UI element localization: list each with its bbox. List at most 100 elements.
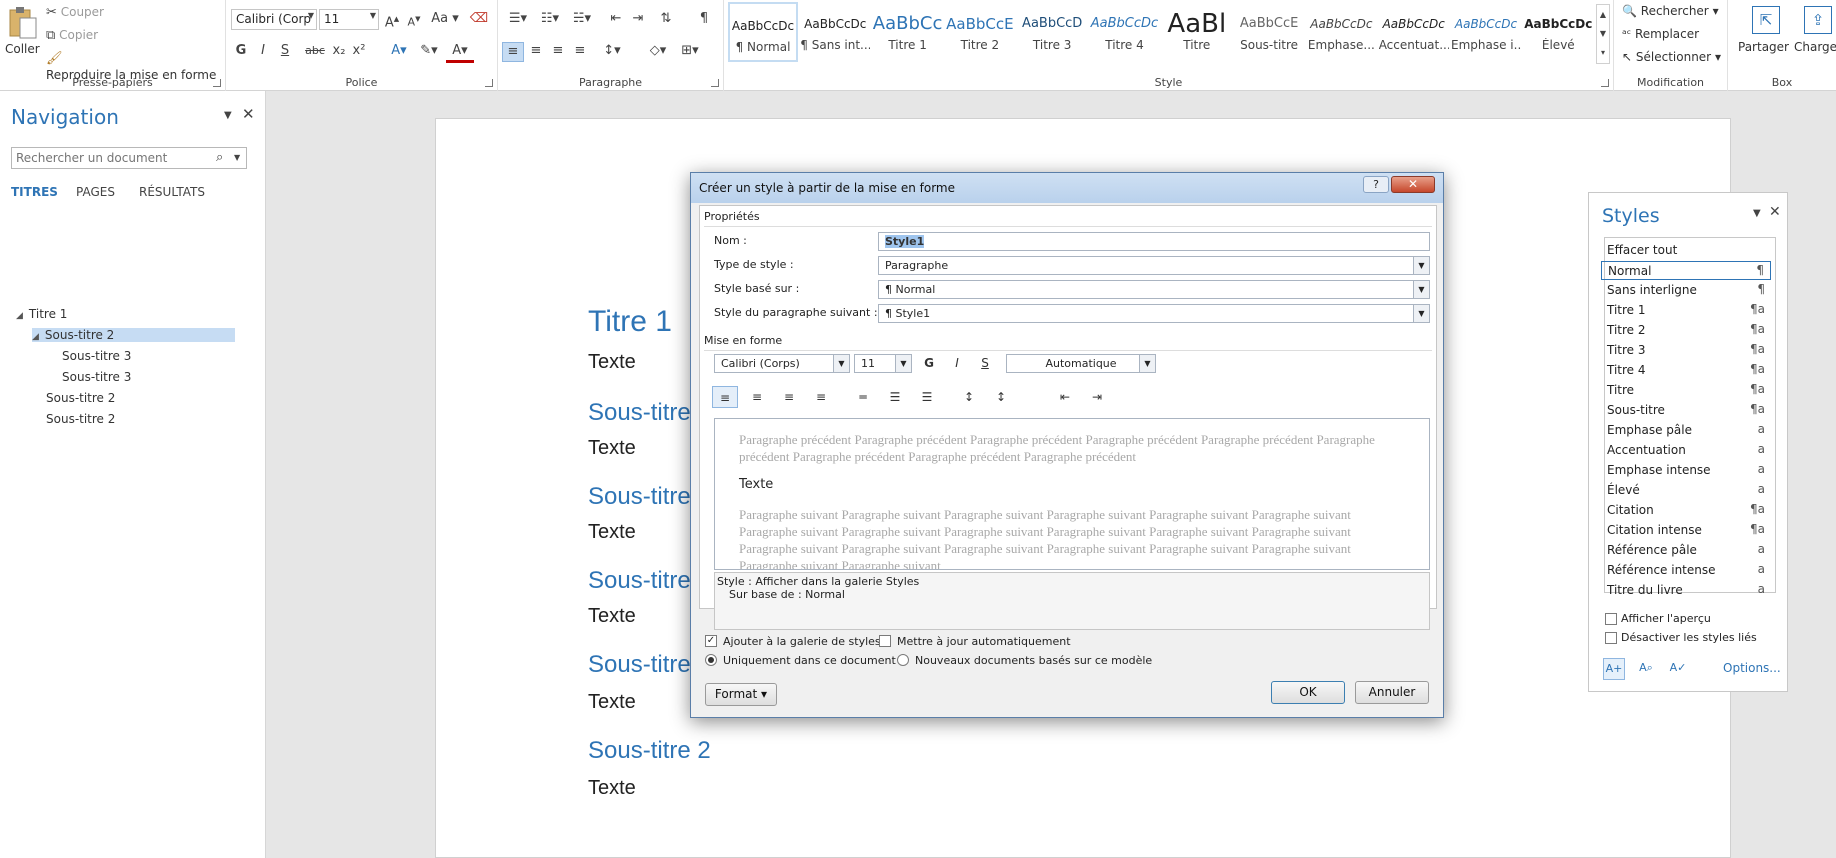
- style-list-item[interactable]: Citation ¶a: [1601, 501, 1771, 520]
- chevron-down-icon[interactable]: ▼: [224, 107, 232, 125]
- based-on-select[interactable]: ¶ Normal ▼: [878, 280, 1430, 299]
- only-this-document-radio[interactable]: [705, 654, 717, 666]
- numbering-icon[interactable]: ☷▾: [536, 10, 564, 28]
- tab-resultats[interactable]: RÉSULTATS: [139, 185, 205, 199]
- style-list-item[interactable]: Emphase pâle a: [1601, 421, 1771, 440]
- align-right-icon[interactable]: ≡: [548, 42, 568, 60]
- style-list-item[interactable]: Référence pâle a: [1601, 541, 1771, 560]
- style-list-item[interactable]: Titre du livre a: [1601, 581, 1771, 600]
- nav-tree-item[interactable]: Sous-titre 2: [32, 391, 115, 405]
- onehalf-spacing-icon[interactable]: ☰: [882, 386, 908, 408]
- increase-indent-icon[interactable]: ⇥: [628, 10, 648, 28]
- style-list-item[interactable]: Sous-titre ¶a: [1601, 401, 1771, 420]
- underline-button[interactable]: S: [276, 42, 294, 60]
- nav-tree-item[interactable]: Sous-titre 2: [32, 412, 115, 426]
- dialog-bold-button[interactable]: G: [916, 352, 942, 374]
- shrink-font-icon[interactable]: A▼: [404, 10, 424, 32]
- close-icon[interactable]: ✕: [242, 105, 255, 123]
- align-left-icon[interactable]: ≡: [502, 42, 524, 62]
- dialog-align-right-icon[interactable]: ≡: [776, 386, 802, 408]
- chevron-down-icon[interactable]: ▼: [234, 149, 240, 167]
- manage-styles-icon[interactable]: A✓: [1667, 658, 1689, 680]
- add-to-gallery-checkbox[interactable]: ✓: [705, 635, 717, 647]
- search-input[interactable]: [12, 148, 202, 168]
- grow-font-icon[interactable]: A▲: [382, 10, 402, 32]
- new-style-icon[interactable]: A+: [1603, 658, 1625, 680]
- gallery-scroll[interactable]: ▲ ▼ ▾: [1596, 4, 1610, 64]
- style-gallery-item[interactable]: AaBl Titre: [1162, 2, 1232, 62]
- decrease-indent-icon[interactable]: ⇤: [1052, 386, 1078, 408]
- next-style-select[interactable]: ¶ Style1 ▼: [878, 304, 1430, 323]
- nav-tree-item[interactable]: ◢ Titre 1: [16, 307, 67, 321]
- style-list-item[interactable]: Titre ¶a: [1601, 381, 1771, 400]
- font-launcher-icon[interactable]: [485, 79, 493, 87]
- name-field[interactable]: Style1: [878, 232, 1430, 251]
- font-family-combo[interactable]: Calibri (Corp ▼: [231, 9, 317, 30]
- replace-button[interactable]: ᵃᶜ Remplacer: [1622, 27, 1699, 41]
- style-gallery-item[interactable]: AaBbCcE Sous-titre: [1234, 2, 1304, 62]
- style-list-item[interactable]: Titre 1 ¶a: [1601, 301, 1771, 320]
- style-gallery-item[interactable]: AaBbCc Titre 1: [873, 2, 943, 62]
- subscript-button[interactable]: x₂: [330, 42, 348, 60]
- style-gallery-item[interactable]: AaBbCcDc Titre 4: [1090, 2, 1160, 62]
- dialog-align-left-icon[interactable]: ≡: [712, 386, 738, 408]
- space-after-icon[interactable]: ↕: [988, 386, 1014, 408]
- style-list-item[interactable]: Citation intense ¶a: [1601, 521, 1771, 540]
- font-size-combo[interactable]: 11 ▼: [319, 9, 379, 30]
- tab-titres[interactable]: TITRES: [11, 185, 58, 199]
- text-effects-icon[interactable]: A▾: [386, 42, 412, 60]
- style-list-item[interactable]: Effacer tout: [1601, 241, 1771, 260]
- copy-button[interactable]: ⧉ Copier: [46, 27, 98, 45]
- style-gallery-item[interactable]: AaBbCcE Titre 2: [945, 2, 1015, 62]
- borders-icon[interactable]: ⊞▾: [676, 42, 704, 60]
- ok-button[interactable]: OK: [1271, 681, 1345, 704]
- bold-button[interactable]: G: [232, 42, 250, 60]
- style-list-item[interactable]: Référence intense a: [1601, 561, 1771, 580]
- dialog-align-center-icon[interactable]: ≡: [744, 386, 770, 408]
- bullets-icon[interactable]: ☰▾: [504, 10, 532, 28]
- style-list-item[interactable]: Titre 3 ¶a: [1601, 341, 1771, 360]
- dialog-justify-icon[interactable]: ≡: [808, 386, 834, 408]
- style-list-item[interactable]: Emphase intense a: [1601, 461, 1771, 480]
- font-color-icon[interactable]: A▾: [446, 42, 474, 63]
- format-menu-button[interactable]: Format ▾: [705, 683, 777, 706]
- style-list-item[interactable]: Élevé a: [1601, 481, 1771, 500]
- find-button[interactable]: 🔍 Rechercher ▾: [1622, 4, 1719, 18]
- expand-triangle-icon[interactable]: ◢: [16, 311, 23, 321]
- dialog-italic-button[interactable]: I: [944, 352, 970, 374]
- share-button[interactable]: Partager: [1738, 40, 1789, 54]
- change-case-button[interactable]: Aa ▾: [430, 10, 460, 28]
- upload-button[interactable]: Charger: [1794, 40, 1836, 54]
- style-list-item[interactable]: Normal ¶: [1601, 261, 1771, 280]
- styles-launcher-icon[interactable]: [1601, 79, 1609, 87]
- style-gallery-item[interactable]: AaBbCcDc Emphase...: [1306, 2, 1376, 62]
- style-type-select[interactable]: Paragraphe ▼: [878, 256, 1430, 275]
- clear-format-icon[interactable]: ⌫: [468, 10, 490, 28]
- auto-update-checkbox[interactable]: [879, 635, 891, 647]
- style-gallery-item[interactable]: AaBbCcDc Élevé: [1523, 2, 1593, 62]
- style-gallery-item[interactable]: AaBbCcDc Emphase i...: [1451, 2, 1521, 62]
- style-list-item[interactable]: Sans interligne ¶: [1601, 281, 1771, 300]
- strikethrough-button[interactable]: abc: [302, 42, 328, 60]
- align-center-icon[interactable]: ≡: [526, 42, 546, 60]
- dialog-size-select[interactable]: 11 ▼: [854, 354, 912, 373]
- sort-icon[interactable]: ⇅: [656, 10, 676, 28]
- highlight-icon[interactable]: ✎▾: [416, 42, 442, 60]
- decrease-indent-icon[interactable]: ⇤: [606, 10, 626, 28]
- share-icon[interactable]: ⇱: [1752, 6, 1780, 34]
- expand-triangle-icon[interactable]: ◢: [32, 332, 39, 342]
- upload-icon[interactable]: ⇪: [1804, 6, 1832, 34]
- style-gallery-item[interactable]: AaBbCcDc ¶ Sans int...: [800, 2, 870, 62]
- single-spacing-icon[interactable]: ═: [850, 386, 876, 408]
- style-list-item[interactable]: Titre 2 ¶a: [1601, 321, 1771, 340]
- paste-button[interactable]: Coller: [5, 42, 40, 56]
- show-preview-checkbox[interactable]: [1605, 613, 1617, 625]
- cut-button[interactable]: ✂ Couper: [46, 4, 104, 22]
- dialog-font-select[interactable]: Calibri (Corps) ▼: [714, 354, 850, 373]
- style-gallery-item[interactable]: AaBbCcDc Accentuat...: [1379, 2, 1449, 62]
- disable-linked-checkbox[interactable]: [1605, 632, 1617, 644]
- chevron-down-icon[interactable]: ▼: [1753, 205, 1761, 223]
- nav-tree-item[interactable]: ◢ Sous-titre 2: [32, 328, 235, 342]
- cancel-button[interactable]: Annuler: [1355, 681, 1429, 704]
- new-documents-radio[interactable]: [897, 654, 909, 666]
